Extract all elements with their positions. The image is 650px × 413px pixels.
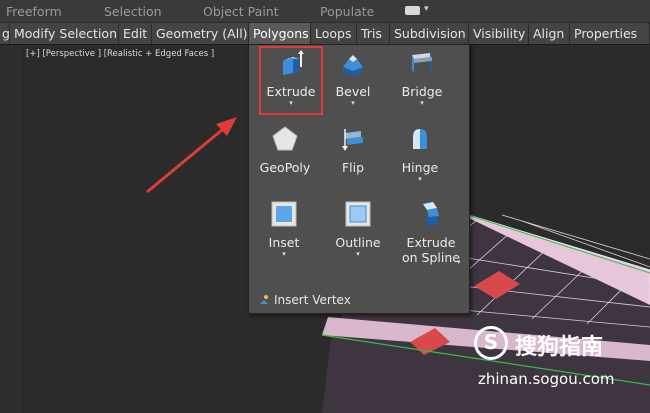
populate-tab[interactable]: Populate xyxy=(320,4,374,19)
inset-label: Inset xyxy=(268,235,300,250)
tab-modify-selection[interactable]: Modify Selection xyxy=(10,23,119,44)
chevron-down-icon[interactable]: ▾ xyxy=(249,250,319,258)
inset-tool[interactable]: Inset ▾ xyxy=(249,200,319,258)
chevron-down-icon[interactable]: ▾ xyxy=(457,258,461,266)
sogou-logo-icon: S xyxy=(474,326,508,360)
flip-tool[interactable]: Flip xyxy=(318,125,388,175)
freeform-tab[interactable]: Freeform xyxy=(6,4,62,19)
flip-icon xyxy=(342,129,363,151)
bridge-icon xyxy=(412,53,432,73)
chevron-down-icon[interactable]: ▾ xyxy=(424,4,429,14)
watermark-text: 搜狗指南 xyxy=(515,335,604,360)
ribbon-tab-bar: g Modify Selection Edit Geometry (All) P… xyxy=(0,23,650,45)
ribbon-title-bar: Freeform Selection Object Paint Populate… xyxy=(0,0,650,23)
outline-tool[interactable]: Outline ▾ xyxy=(323,200,393,258)
tab-edit[interactable]: Edit xyxy=(119,23,152,44)
tab-align[interactable]: Align xyxy=(529,23,570,44)
bevel-tool[interactable]: Bevel ▾ xyxy=(318,49,388,107)
extrude-on-spline-tool[interactable]: Extrude on Spline ▾ xyxy=(393,200,469,266)
insert-vertex-icon xyxy=(260,295,268,304)
tab-geometry-all[interactable]: Geometry (All) xyxy=(152,23,249,44)
insert-vertex-label: Insert Vertex xyxy=(274,293,351,307)
bridge-label: Bridge xyxy=(401,84,443,99)
extrude-highlight-box xyxy=(259,46,323,115)
flip-label: Flip xyxy=(341,160,365,175)
bevel-label: Bevel xyxy=(335,84,371,99)
tab-polygons[interactable]: Polygons xyxy=(249,23,311,44)
outline-icon xyxy=(345,201,371,227)
hinge-label: Hinge xyxy=(401,160,439,175)
tab-loops[interactable]: Loops xyxy=(311,23,357,44)
insert-vertex-button[interactable]: Insert Vertex xyxy=(258,293,351,307)
chevron-down-icon[interactable]: ▾ xyxy=(385,175,455,183)
geopoly-tool[interactable]: GeoPoly xyxy=(249,125,321,175)
selection-tab[interactable]: Selection xyxy=(104,4,162,19)
left-panel-strip xyxy=(0,45,23,413)
tab-subdivision[interactable]: Subdivision xyxy=(390,23,469,44)
tab-g[interactable]: g xyxy=(0,23,10,44)
toggle-icon[interactable] xyxy=(405,6,420,15)
tab-properties[interactable]: Properties xyxy=(570,23,650,44)
tab-visibility[interactable]: Visibility xyxy=(469,23,529,44)
chevron-down-icon[interactable]: ▾ xyxy=(323,250,393,258)
bevel-icon xyxy=(343,55,363,76)
bridge-tool[interactable]: Bridge ▾ xyxy=(387,49,457,107)
extrude-on-spline-icon xyxy=(423,202,439,226)
outline-label: Outline xyxy=(335,235,381,250)
chevron-down-icon[interactable]: ▾ xyxy=(387,99,457,107)
watermark-url: zhinan.sogou.com xyxy=(478,370,615,388)
geopoly-icon xyxy=(272,126,298,151)
extrude-on-spline-label-line1: Extrude xyxy=(406,235,456,250)
tab-tris[interactable]: Tris xyxy=(357,23,390,44)
hinge-tool[interactable]: Hinge ▾ xyxy=(385,125,455,183)
hinge-icon xyxy=(413,129,427,149)
chevron-down-icon[interactable]: ▾ xyxy=(318,99,388,107)
object-paint-tab[interactable]: Object Paint xyxy=(203,4,279,19)
inset-icon xyxy=(271,201,297,227)
geopoly-label: GeoPoly xyxy=(259,160,311,175)
